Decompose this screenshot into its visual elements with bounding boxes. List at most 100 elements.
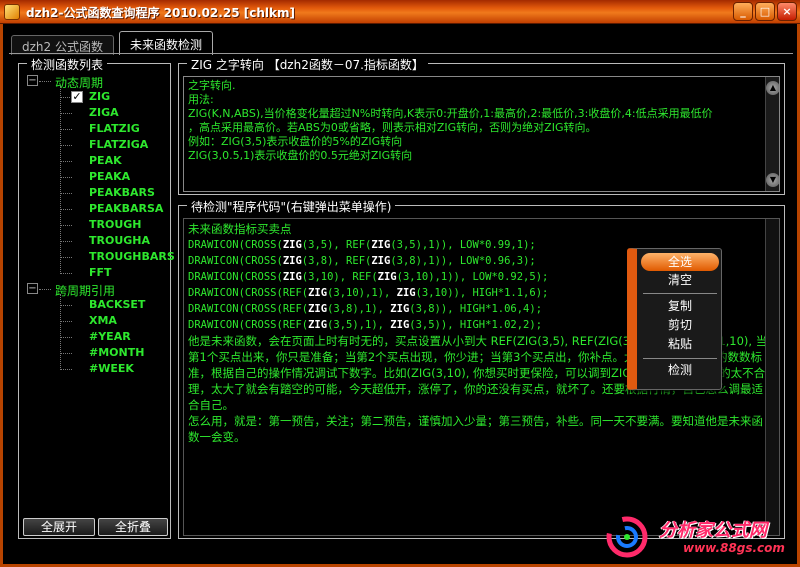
context-menu: 全选 清空 复制 剪切 粘贴 检测	[627, 248, 722, 390]
tree-item-xma[interactable]: XMA	[27, 314, 167, 330]
tree-item-troughbars[interactable]: TROUGHBARS	[27, 250, 175, 266]
tree-item-peak[interactable]: PEAK	[27, 154, 167, 170]
checkbox-icon[interactable]: ✓	[71, 91, 83, 103]
tree-connector	[60, 161, 72, 162]
menu-item-check[interactable]: 检测	[641, 361, 719, 379]
scroll-down-icon[interactable]: ▼	[766, 173, 779, 187]
tree-item-month[interactable]: #MONTH	[27, 346, 167, 362]
code-keyword: ZIG	[390, 319, 410, 331]
description-line: ZIG(3,0.5,1)表示收盘价的0.5元绝对ZIG转向	[188, 149, 413, 162]
tree-connector	[60, 86, 61, 274]
logo-url: www.88gs.com	[683, 541, 785, 555]
app-icon	[4, 4, 20, 20]
code-line: DRAWICON(CROSS(ZIG(3,10), REF(ZIG(3,10),…	[188, 269, 548, 285]
tree-connector	[60, 209, 72, 210]
description-textbox[interactable]: 之字转向. 用法: ZIG(K,N,ABS),当价格变化量超过N%时转向,K表示0:…	[183, 76, 780, 192]
code-keyword: ZIG	[396, 287, 416, 299]
tree-connector	[39, 289, 51, 290]
tree-item-label: FFT	[89, 266, 112, 279]
tree-connector	[60, 369, 72, 370]
tree-item-trough[interactable]: TROUGH	[27, 218, 167, 234]
code-fragment: (3,8),1),	[327, 303, 391, 315]
code-keyword: ZIG	[308, 303, 328, 315]
collapse-icon[interactable]: −	[27, 75, 38, 86]
tree-folder[interactable]: − 跨周期引用	[27, 282, 167, 298]
tree-item-label: PEAKBARS	[89, 186, 155, 199]
tree-connector	[60, 177, 72, 178]
tree-connector	[60, 193, 72, 194]
tree-item-label: TROUGH	[89, 218, 142, 231]
code-keyword: ZIG	[371, 239, 391, 251]
tree-item-ziga[interactable]: ZIGA	[27, 106, 167, 122]
tree-connector	[60, 241, 72, 242]
tree-item-zig[interactable]: ✓ ZIG	[27, 90, 167, 106]
minimize-button[interactable]: _	[733, 2, 753, 21]
description-line: 例如：ZIG(3,5)表示收盘价的5%的ZIG转向	[188, 135, 403, 148]
description-line: 用法:	[188, 93, 214, 106]
code-fragment: (3,5),1),	[327, 319, 391, 331]
scroll-up-icon[interactable]: ▲	[766, 81, 779, 95]
code-fragment: (3,8)), HIGH*1.06,4);	[409, 303, 543, 315]
collapse-all-button[interactable]: 全折叠	[98, 518, 168, 536]
code-keyword: ZIG	[371, 255, 391, 267]
description-line: ，高点采用最高价。若ABS为0或省略，则表示相对ZIG转向，否则为绝对ZIG转向…	[188, 121, 597, 134]
tree-connector	[60, 257, 72, 258]
tree-folder-label: 动态周期	[55, 76, 104, 90]
code-line: DRAWICON(CROSS(REF(ZIG(3,10),1), ZIG(3,1…	[188, 285, 548, 301]
code-fragment: (3,10),1)), LOW*0.92,5);	[396, 271, 549, 283]
tree-item-label: PEAKA	[89, 170, 131, 183]
logo: 分析家公式网 www.88gs.com	[603, 513, 799, 563]
code-scrollbar[interactable]	[765, 219, 779, 535]
tree-item-label: ZIGA	[89, 106, 119, 119]
tree-connector	[60, 225, 72, 226]
tree-item-peakbarsa[interactable]: PEAKBARSA	[27, 202, 167, 218]
code-lines: DRAWICON(CROSS(ZIG(3,5), REF(ZIG(3,5),1)…	[188, 237, 548, 333]
menu-item-clear[interactable]: 清空	[641, 271, 719, 289]
tab-dzh2-formula[interactable]: dzh2 公式函数	[11, 35, 114, 55]
description-line: ZIG(K,N,ABS),当价格变化量超过N%时转向,K表示0:开盘价,1:最高…	[188, 107, 713, 120]
tree-item-flatziga[interactable]: FLATZIGA	[27, 138, 167, 154]
code-keyword: ZIG	[377, 271, 397, 283]
code-fragment: (3,8),1)), LOW*0.96,3);	[390, 255, 536, 267]
tree-item-fft[interactable]: FFT	[27, 266, 167, 282]
menu-item-select-all[interactable]: 全选	[641, 253, 719, 271]
tree-connector	[60, 294, 61, 370]
code-fragment: DRAWICON(CROSS(	[188, 255, 283, 267]
tree-item-week[interactable]: #WEEK	[27, 362, 167, 378]
code-usage: 怎么用，就是：第一预告，关注；第二预告，谨慎加入少量；第三预告，补些。同一天不要…	[188, 414, 763, 444]
expand-all-button[interactable]: 全展开	[23, 518, 95, 536]
restore-button[interactable]: □	[755, 2, 775, 21]
menu-item-cut[interactable]: 剪切	[641, 316, 719, 334]
tab-divider	[9, 53, 793, 54]
tree-item-label: FLATZIGA	[89, 138, 149, 151]
tree-item-label: XMA	[89, 314, 117, 327]
description-scrollbar[interactable]: ▲ ▼	[765, 77, 779, 191]
code-fragment: DRAWICON(CROSS(REF(	[188, 319, 309, 331]
code-line: DRAWICON(CROSS(ZIG(3,5), REF(ZIG(3,5),1)…	[188, 237, 548, 253]
tab-future-function-check[interactable]: 未来函数检测	[119, 31, 214, 55]
function-list-title: 检测函数列表	[27, 56, 108, 73]
tree-connector	[60, 305, 72, 306]
description-group: ZIG 之字转向 【dzh2函数－07.指标函数】 之字转向. 用法: ZIG(K,…	[178, 56, 785, 195]
code-fragment: (3,8), REF(	[301, 255, 372, 267]
tree-connector	[60, 129, 72, 130]
tree-item-label: #WEEK	[89, 362, 134, 375]
tree-folder[interactable]: − 动态周期	[27, 74, 167, 90]
tree-item-year[interactable]: #YEAR	[27, 330, 167, 346]
tree-item-label: #MONTH	[89, 346, 145, 359]
close-button[interactable]: ×	[777, 2, 797, 21]
menu-item-paste[interactable]: 粘贴	[641, 335, 719, 353]
tree-item-backset[interactable]: BACKSET	[27, 298, 167, 314]
code-fragment: (3,5),1)), LOW*0.99,1);	[390, 239, 536, 251]
code-fragment: (3,10), REF(	[301, 271, 378, 283]
tree-item-flatzig[interactable]: FLATZIG	[27, 122, 167, 138]
menu-item-copy[interactable]: 复制	[641, 297, 719, 315]
code-fragment: DRAWICON(CROSS(REF(	[188, 287, 309, 299]
tree-item-peaka[interactable]: PEAKA	[27, 170, 167, 186]
tree-item-label: ZIG	[89, 90, 111, 103]
tree-item-trougha[interactable]: TROUGHA	[27, 234, 167, 250]
collapse-icon[interactable]: −	[27, 283, 38, 294]
tree-connector	[60, 321, 72, 322]
tree-item-peakbars[interactable]: PEAKBARS	[27, 186, 167, 202]
code-fragment: (3,10),1),	[327, 287, 397, 299]
